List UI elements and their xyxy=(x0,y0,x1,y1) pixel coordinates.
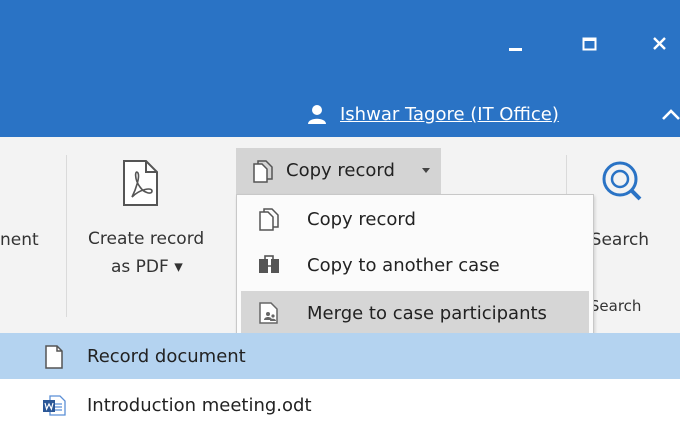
menu-item-label: Copy record xyxy=(307,209,416,230)
maximize-icon xyxy=(582,37,597,51)
create-pdf-label-line1: Create record xyxy=(88,229,205,249)
word-document-icon xyxy=(43,395,66,416)
user-icon xyxy=(308,105,326,124)
list-item-label: Record document xyxy=(87,346,246,367)
merge-participants-icon xyxy=(259,302,278,324)
close-icon xyxy=(653,37,666,50)
title-bar: Ishwar Tagore (IT Office) xyxy=(0,0,680,137)
create-pdf-label-line2: as PDF ▾ xyxy=(111,257,183,277)
menu-item-label: Copy to another case xyxy=(307,255,500,276)
collapse-ribbon-button[interactable] xyxy=(660,100,680,128)
maximize-button[interactable] xyxy=(570,24,610,64)
copy-record-dropdown-button[interactable]: Copy record xyxy=(236,148,441,194)
chevron-down-icon xyxy=(422,168,430,173)
user-profile-link[interactable]: Ishwar Tagore (IT Office) xyxy=(306,100,559,128)
user-name: Ishwar Tagore (IT Office) xyxy=(340,103,559,125)
menu-item-copy-record[interactable]: Copy record xyxy=(241,197,589,241)
list-item-introduction-meeting[interactable]: Introduction meeting.odt xyxy=(0,382,680,428)
search-button[interactable]: tSearch xyxy=(580,155,680,265)
copy-record-label: Copy record xyxy=(286,160,395,181)
close-button[interactable] xyxy=(640,24,680,64)
document-icon xyxy=(45,345,63,369)
case-transfer-icon xyxy=(259,255,279,275)
menu-item-copy-to-another-case[interactable]: Copy to another case xyxy=(241,243,589,287)
minimize-button[interactable] xyxy=(496,24,536,64)
minimize-icon xyxy=(509,48,522,51)
pdf-icon xyxy=(123,160,158,206)
ribbon-separator xyxy=(66,155,67,317)
menu-item-label: Merge to case participants xyxy=(307,303,547,324)
search-icon xyxy=(602,161,642,201)
list-item-record-document[interactable]: Record document xyxy=(0,333,680,379)
menu-item-merge-to-case-participants[interactable]: Merge to case participants xyxy=(241,291,589,335)
create-pdf-button[interactable]: Create record as PDF ▾ xyxy=(82,149,232,309)
chevron-up-icon xyxy=(662,109,680,120)
copy-icon xyxy=(259,208,279,231)
copy-icon xyxy=(253,160,273,183)
copy-record-menu: Copy record Copy to another case Merge t… xyxy=(236,194,594,340)
list-item-label: Introduction meeting.odt xyxy=(87,395,312,416)
partial-ribbon-label: nent xyxy=(0,230,39,250)
